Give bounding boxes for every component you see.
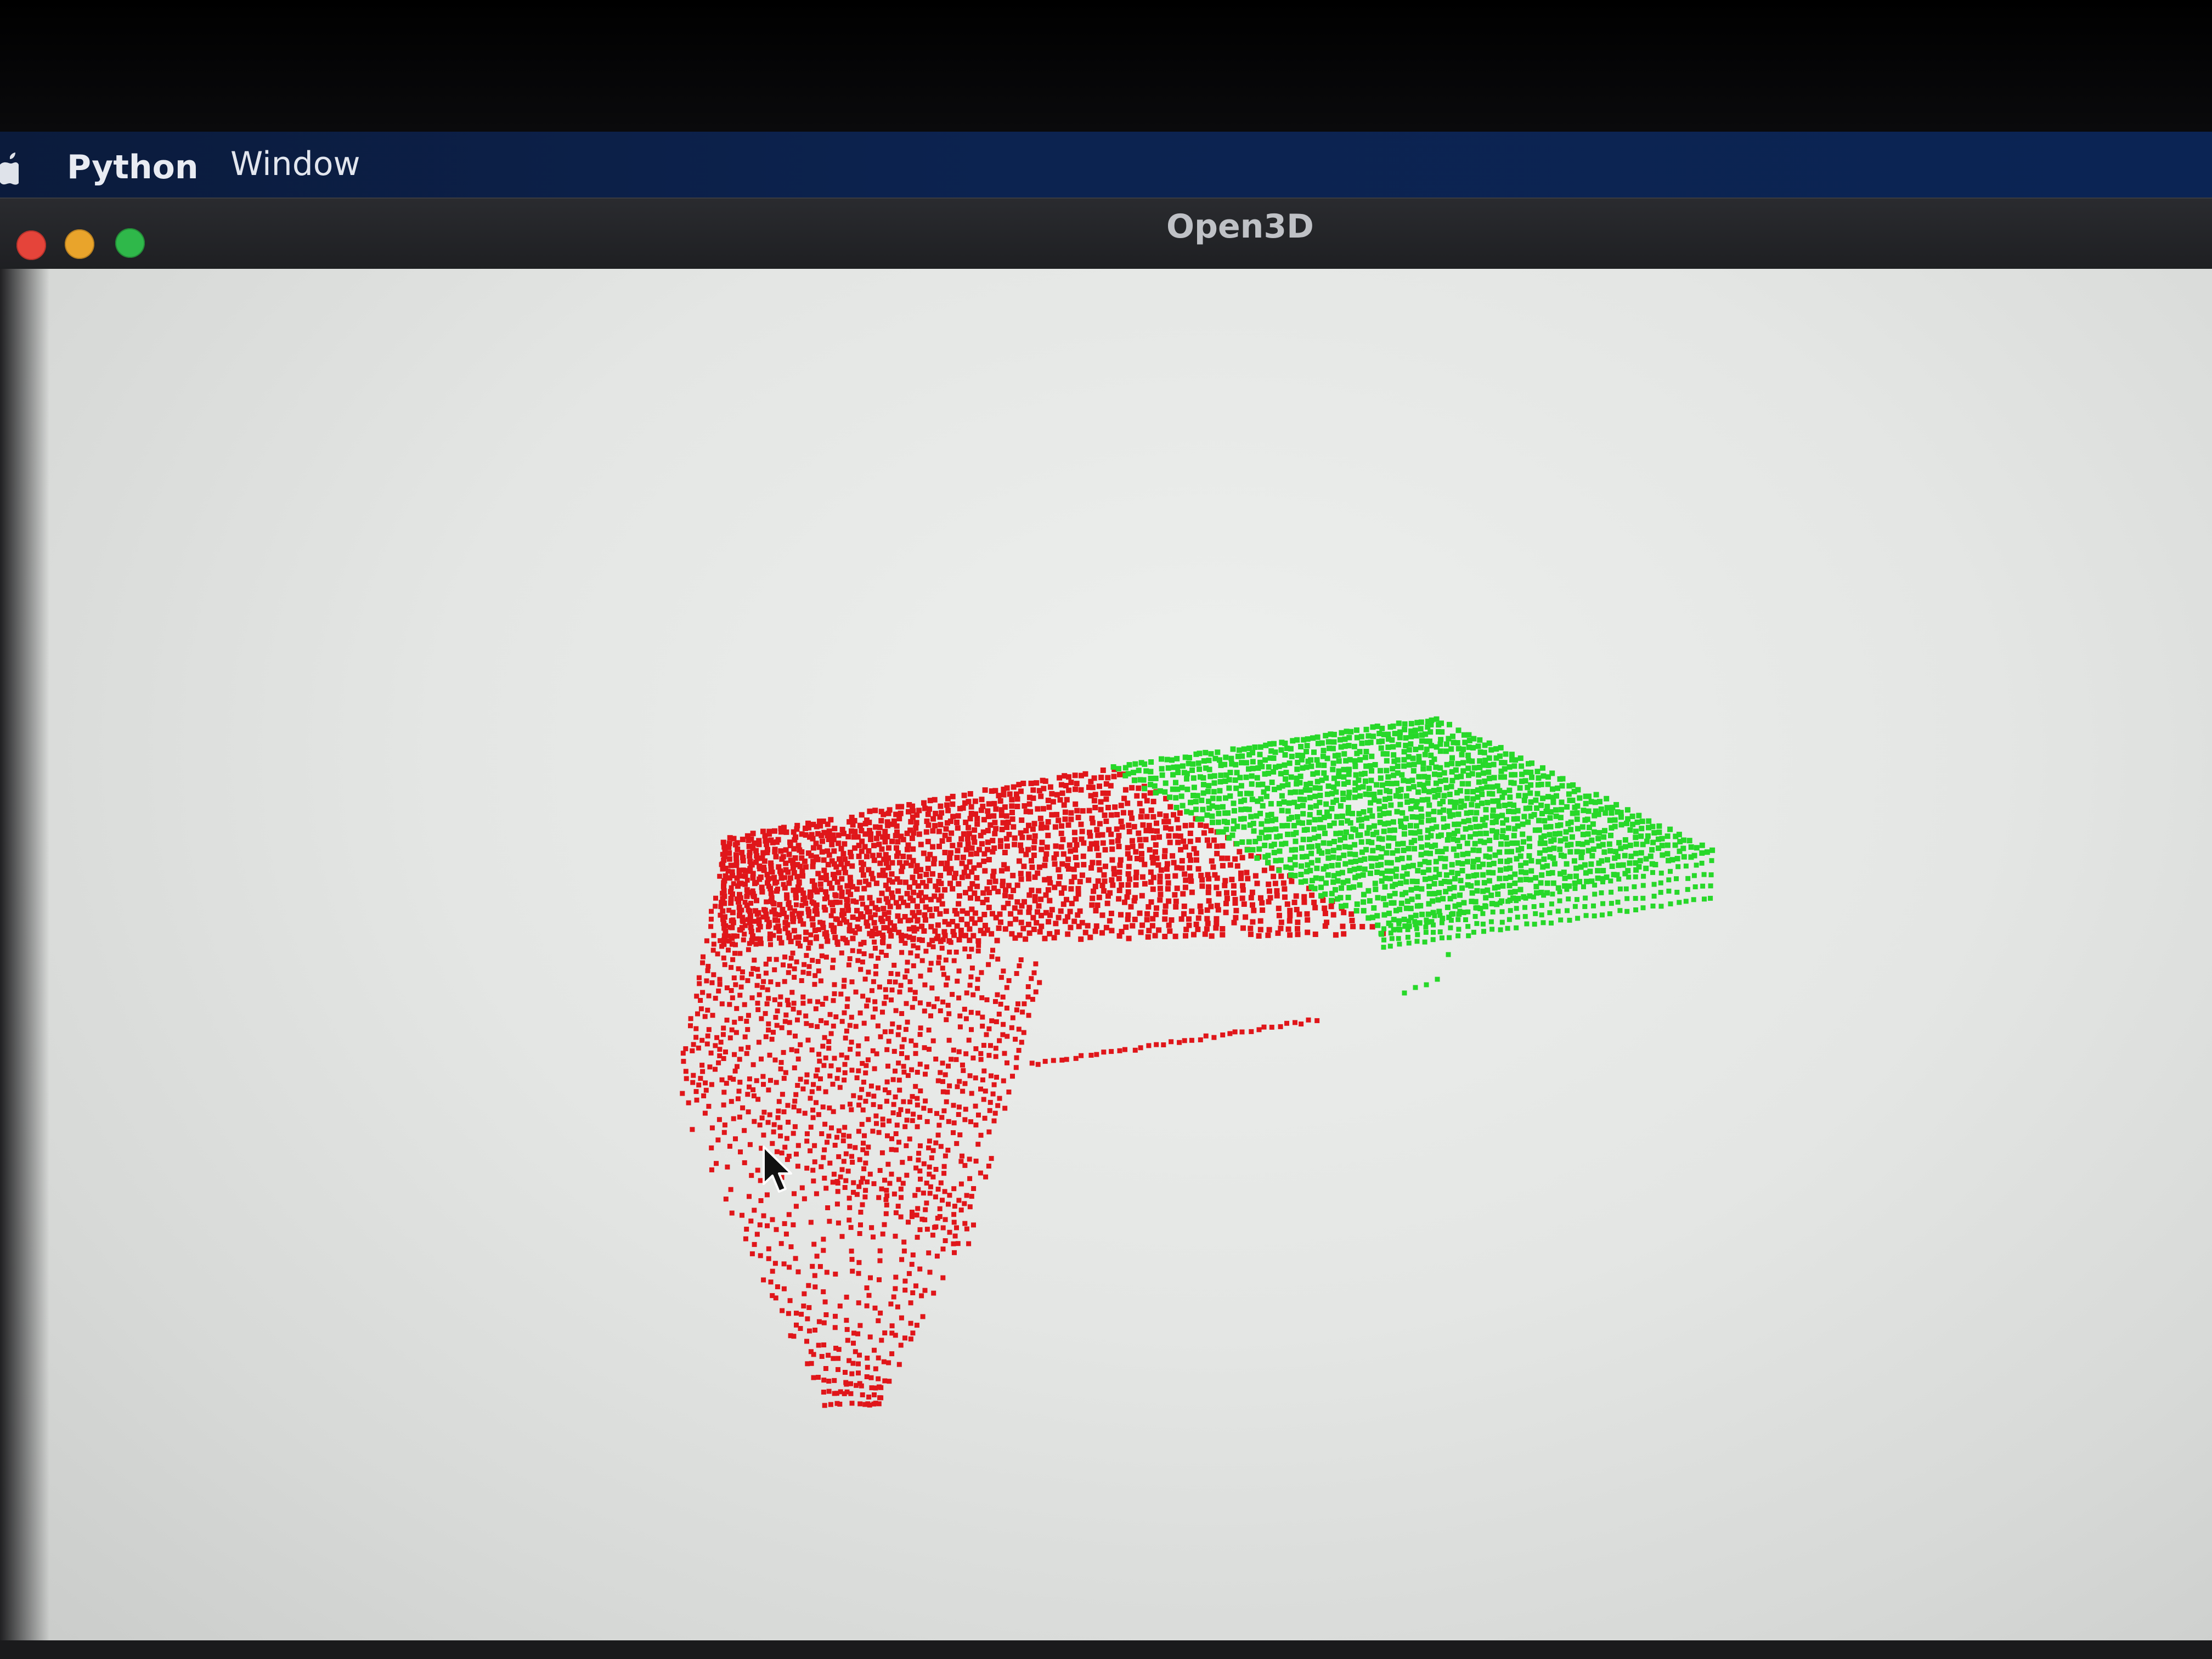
green-point-cloud <box>1110 716 1716 996</box>
point-cloud-render[interactable] <box>0 0 2212 1659</box>
arrow-cursor-icon <box>763 1146 792 1193</box>
screen-photo: Python Window Open3D <box>0 0 2212 1659</box>
